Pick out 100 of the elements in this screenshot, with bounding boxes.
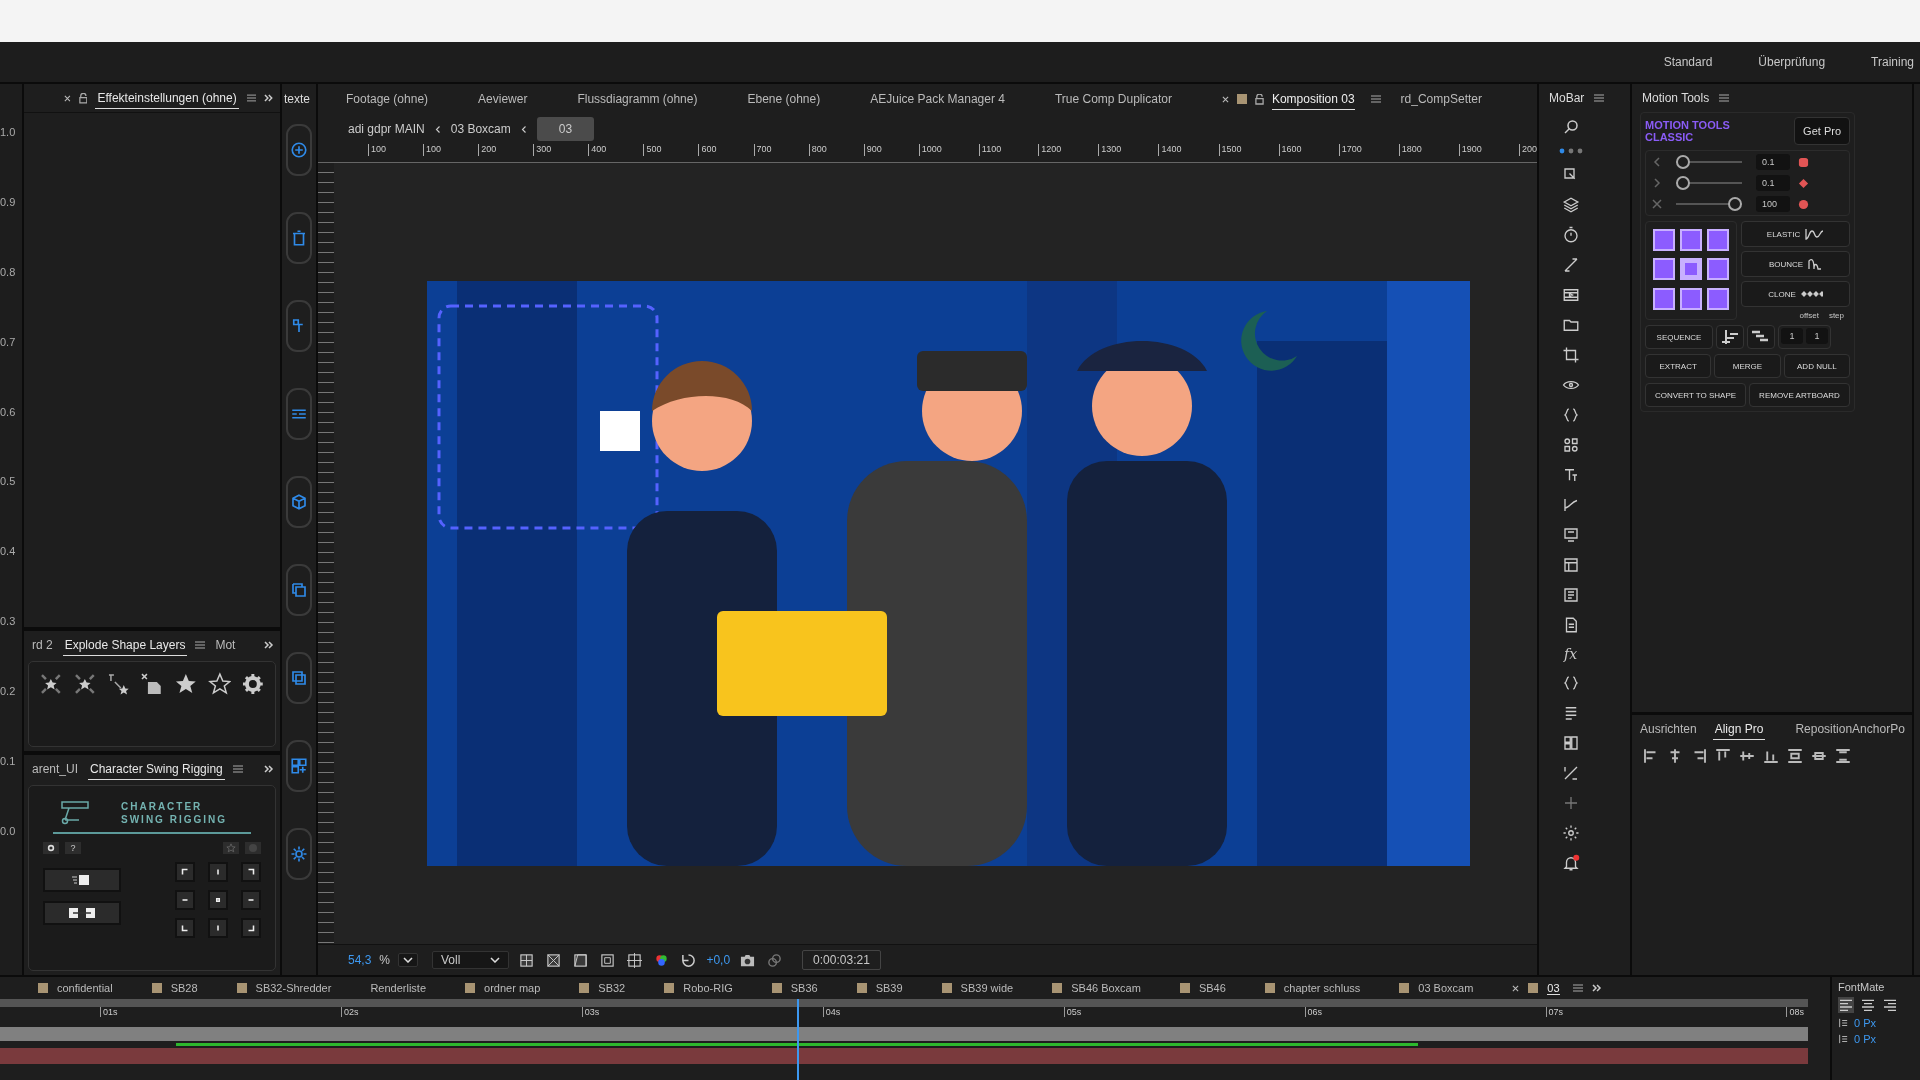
action-button[interactable]: CONVERT TO SHAPE xyxy=(1645,383,1746,407)
pivot-button[interactable] xyxy=(241,918,261,938)
pivot-button[interactable] xyxy=(175,918,195,938)
tool-button[interactable] xyxy=(286,212,312,264)
value-field[interactable]: 100 xyxy=(1756,196,1790,212)
panel-tab[interactable]: Explode Shape Layers xyxy=(62,634,188,656)
tool-button[interactable] xyxy=(286,564,312,616)
zoom-level[interactable]: 54,3 xyxy=(348,953,372,967)
tool-button[interactable] xyxy=(286,300,312,352)
mask-icon[interactable] xyxy=(573,952,589,968)
reset-exposure-icon[interactable] xyxy=(681,952,697,968)
timeline-tab[interactable]: SB46 xyxy=(1198,982,1226,994)
timeline-tab[interactable]: Renderliste xyxy=(370,982,427,994)
cascade-button[interactable] xyxy=(1747,325,1775,349)
panel-tab[interactable]: arent_UI xyxy=(30,759,81,779)
text-align-icon[interactable] xyxy=(1860,997,1876,1013)
channels-icon[interactable] xyxy=(654,952,670,968)
viewer-tab[interactable]: rd_CompSetter xyxy=(1400,89,1482,109)
lock-icon[interactable] xyxy=(1254,93,1264,105)
timecode-field[interactable]: 0:00:03:21 xyxy=(802,950,881,970)
close-icon[interactable] xyxy=(1512,984,1520,992)
panel-tab[interactable]: Character Swing Rigging xyxy=(88,758,225,780)
get-pro-button[interactable]: Get Pro xyxy=(1794,117,1850,145)
pivot-button[interactable] xyxy=(175,862,195,882)
breadcrumb-item[interactable]: adi gdpr MAIN xyxy=(348,122,425,136)
timeline-tab[interactable]: SB28 xyxy=(170,982,198,994)
stopwatch-icon[interactable] xyxy=(1561,226,1580,244)
panel-tab[interactable]: Align Pro xyxy=(1712,718,1766,740)
timeline-tab[interactable]: 03 xyxy=(1547,981,1560,995)
timeline-tab[interactable]: ordner map xyxy=(484,982,541,994)
panel-tab[interactable]: rd 2 xyxy=(30,635,55,655)
workspace-tab[interactable]: Training xyxy=(1871,55,1914,69)
effect-button[interactable]: ELASTIC xyxy=(1741,221,1850,247)
tool-button[interactable] xyxy=(286,652,312,704)
viewer-tab[interactable]: Flussdiagramm (ohne) xyxy=(577,89,698,109)
anchor-point-button[interactable] xyxy=(1707,258,1729,281)
link-icon[interactable] xyxy=(767,952,783,968)
stagger-button[interactable] xyxy=(1716,325,1744,349)
lock-icon[interactable] xyxy=(78,92,88,104)
panel-tab[interactable]: RepositionAnchorPo xyxy=(1793,719,1907,739)
settings-icon[interactable] xyxy=(241,672,266,696)
timeline-tab[interactable]: confidential xyxy=(57,982,113,994)
timeline-tab[interactable]: SB32 xyxy=(598,982,626,994)
panel-title[interactable]: FontMate xyxy=(1838,981,1914,993)
anchor-point-button[interactable] xyxy=(1653,258,1675,281)
graph-icon[interactable] xyxy=(1561,496,1580,514)
camera-icon[interactable] xyxy=(740,952,756,968)
grid-icon[interactable] xyxy=(519,952,535,968)
bell-icon[interactable] xyxy=(1561,854,1580,872)
timeline-tab[interactable]: SB46 Boxcam xyxy=(1071,982,1141,994)
sequence-button[interactable]: SEQUENCE xyxy=(1645,325,1713,349)
tool-button[interactable] xyxy=(286,740,312,792)
grid-icon[interactable] xyxy=(1561,734,1580,752)
close-icon[interactable] xyxy=(1221,95,1229,103)
action-button[interactable]: ADD NULL xyxy=(1783,354,1850,378)
help-button[interactable]: ? xyxy=(65,842,81,854)
zoom-dropdown[interactable] xyxy=(398,953,419,967)
viewer-tab[interactable]: AEJuice Pack Manager 4 xyxy=(870,89,1005,109)
menu-icon[interactable] xyxy=(195,641,206,649)
menu-icon[interactable] xyxy=(1719,94,1730,102)
crop-icon[interactable] xyxy=(1561,346,1580,364)
menu-icon[interactable] xyxy=(1572,984,1583,992)
panel-tab[interactable]: texte xyxy=(284,92,314,106)
pivot-button[interactable] xyxy=(241,862,261,882)
timeline-tab[interactable]: SB36 xyxy=(790,982,818,994)
star-outline-icon[interactable] xyxy=(207,672,232,696)
menu-icon[interactable] xyxy=(1594,94,1605,102)
timeline-tab[interactable]: 03 Boxcam xyxy=(1418,982,1474,994)
anchor-point-button[interactable] xyxy=(1707,287,1729,310)
transform-icon[interactable] xyxy=(1561,764,1580,782)
step-field[interactable]: 1 xyxy=(1806,328,1828,344)
timeline-tab[interactable]: chapter schluss xyxy=(1283,982,1361,994)
action-button[interactable]: EXTRACT xyxy=(1645,354,1712,378)
tool-button[interactable] xyxy=(286,476,312,528)
overflow-icon[interactable] xyxy=(1591,984,1602,992)
delete-layer-icon[interactable] xyxy=(140,672,164,696)
close-icon[interactable] xyxy=(64,94,71,102)
overflow-icon[interactable] xyxy=(264,94,274,102)
action-button[interactable]: MERGE xyxy=(1714,354,1781,378)
effects-button[interactable]: fx xyxy=(1563,646,1578,662)
menu-icon[interactable] xyxy=(232,765,243,773)
workspace-tab[interactable]: Überprüfung xyxy=(1758,55,1826,69)
panel-tab[interactable]: Ausrichten xyxy=(1638,719,1699,739)
link-button[interactable] xyxy=(43,901,121,925)
spacing-field[interactable]: 0 Px xyxy=(1854,1017,1876,1029)
panel-icon[interactable] xyxy=(1561,526,1580,544)
overflow-icon[interactable] xyxy=(264,765,274,773)
value-field[interactable]: 0.1 xyxy=(1756,154,1790,170)
workspace-tab[interactable]: Standard xyxy=(1663,55,1713,69)
text-align-icon[interactable] xyxy=(1882,997,1898,1013)
value-field[interactable]: 0.1 xyxy=(1756,175,1790,191)
overflow-icon[interactable] xyxy=(264,641,274,649)
shapes-icon[interactable] xyxy=(1561,436,1580,454)
text-align-icon[interactable] xyxy=(1838,997,1854,1013)
page-dots-icon[interactable] xyxy=(1558,148,1583,154)
panel-tab[interactable]: Effekteinstellungen (ohne) xyxy=(95,87,239,109)
effect-button[interactable]: CLONE xyxy=(1741,281,1850,307)
anchor-point-button[interactable] xyxy=(1680,287,1702,310)
anchor-point-button[interactable] xyxy=(1680,258,1702,281)
keyframe-icon[interactable] xyxy=(1798,156,1809,168)
